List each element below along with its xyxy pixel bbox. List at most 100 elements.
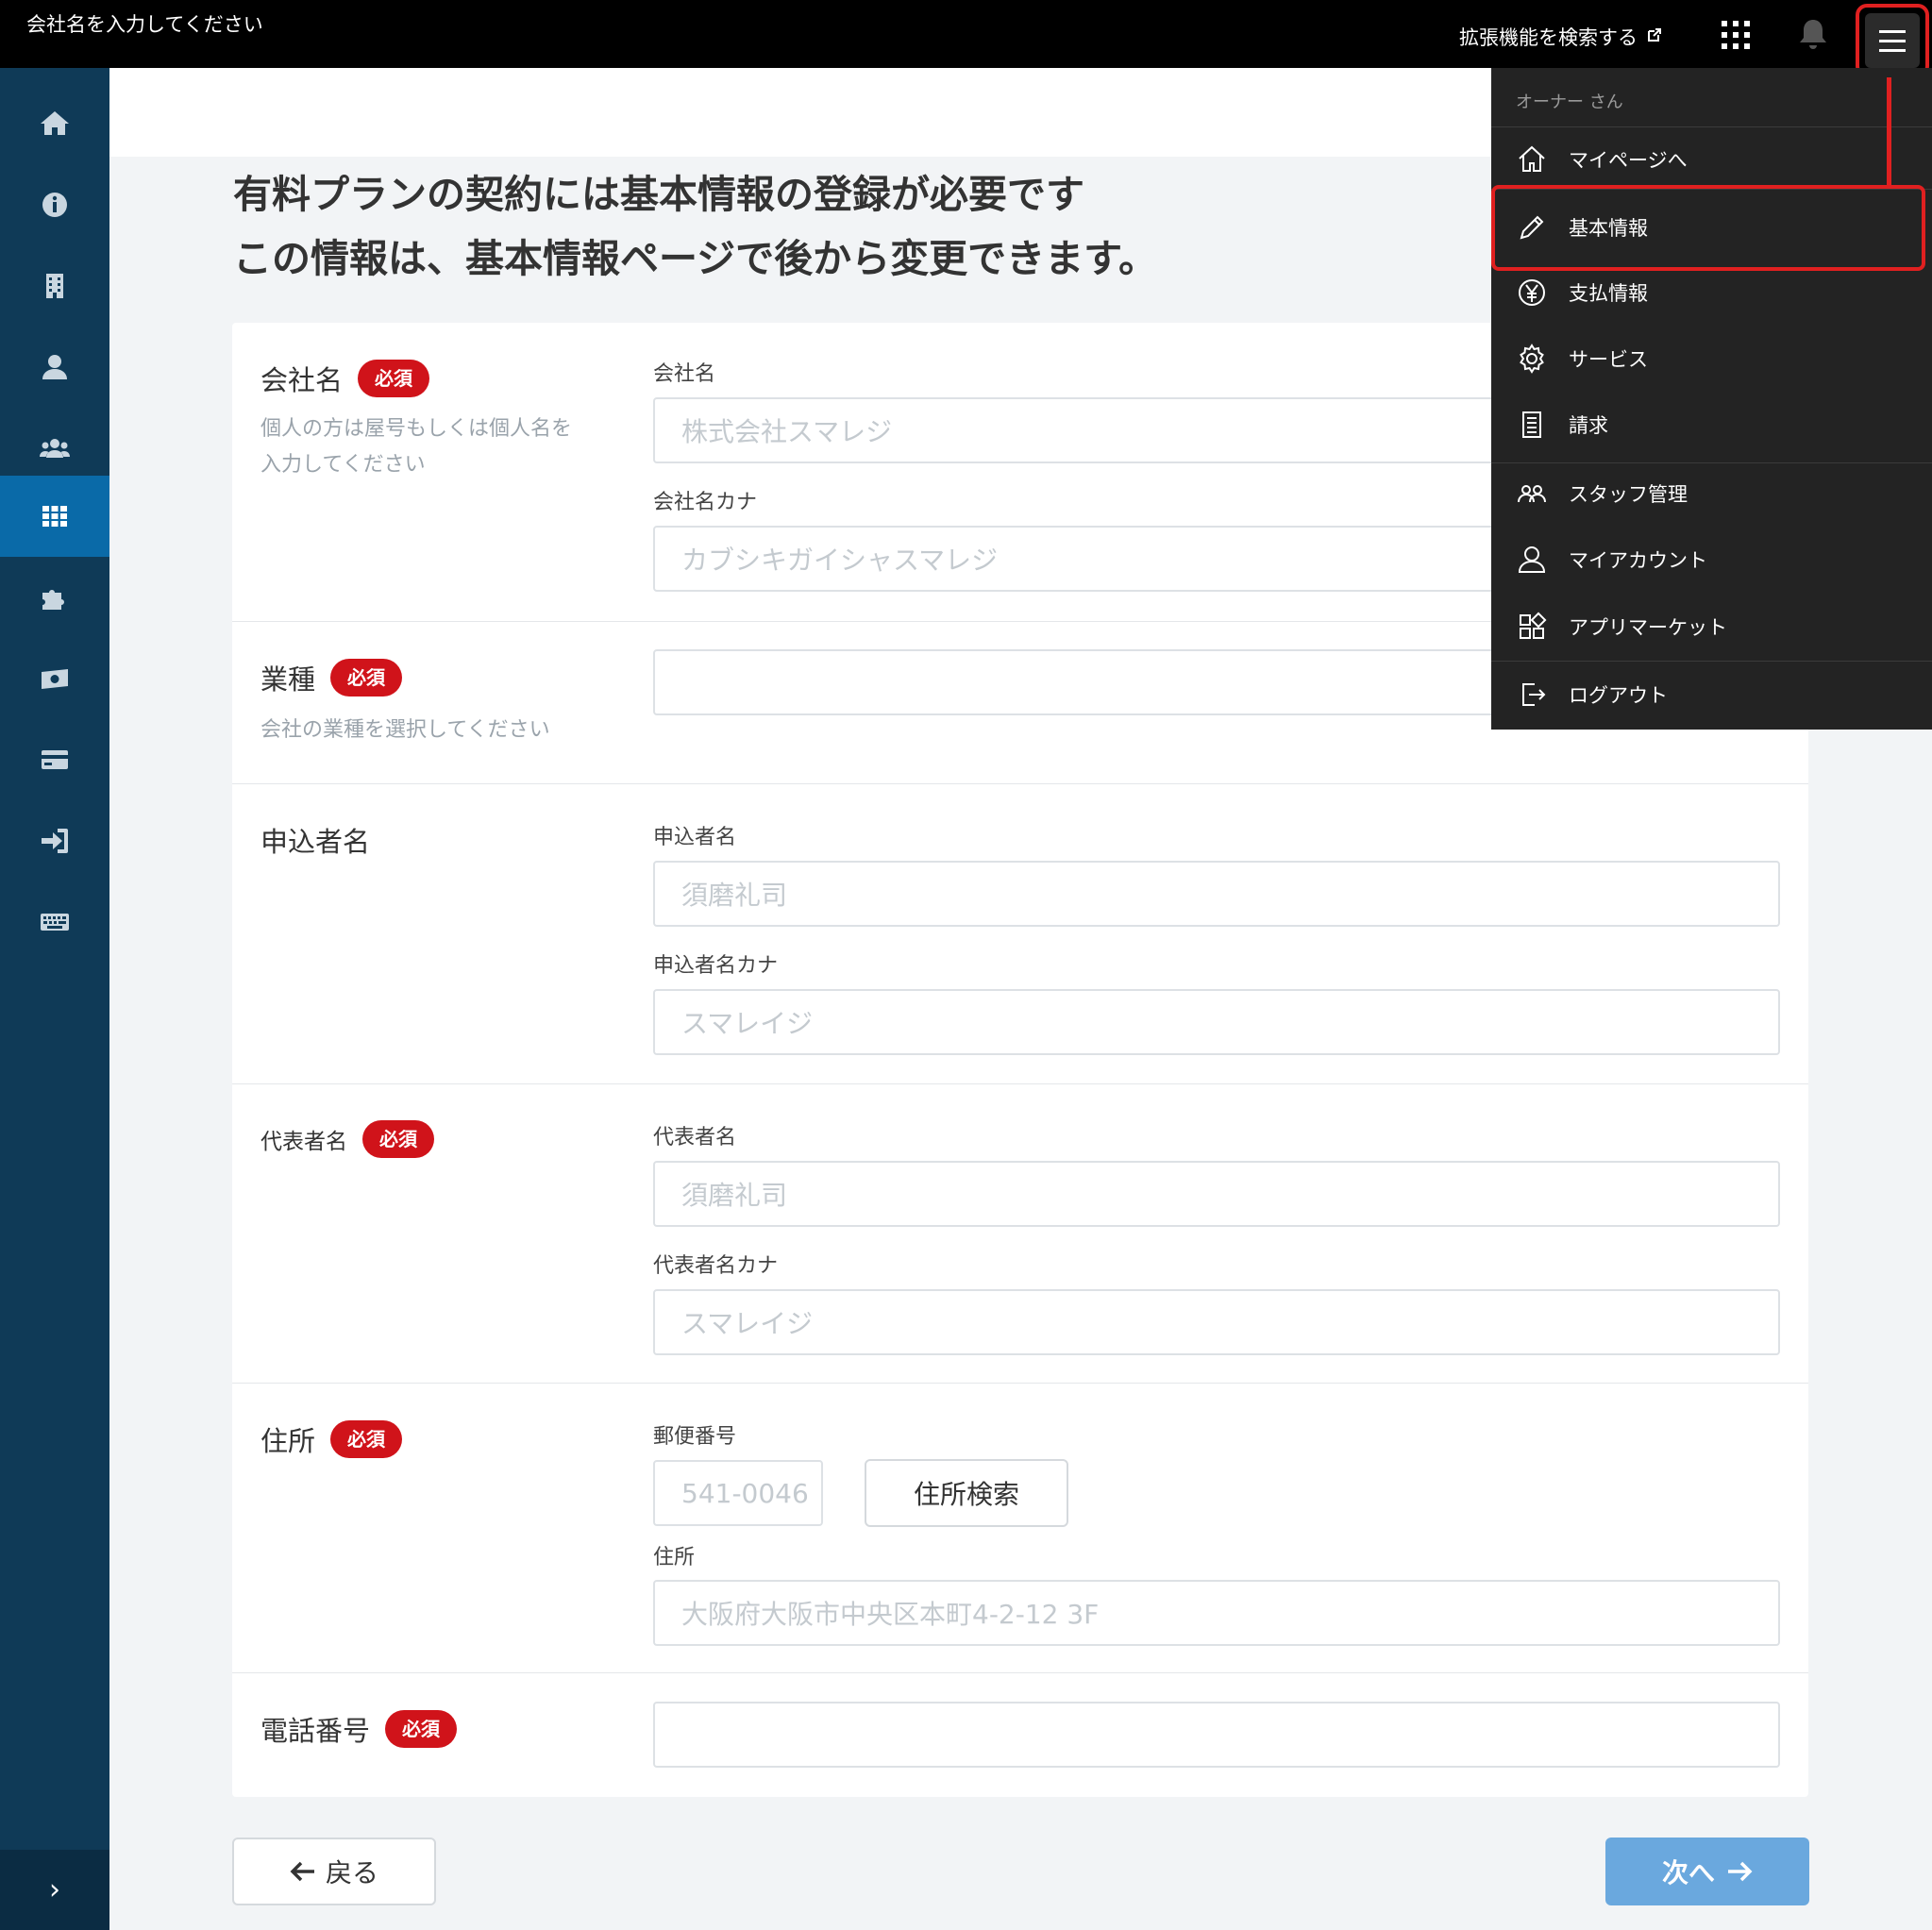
industry-label-text: 業種 (260, 663, 316, 696)
sidebar-item-payments[interactable] (0, 638, 109, 719)
applicant-name-label: 申込者名 (653, 826, 737, 849)
applicant-section: 申込者名 申込者名 須磨礼司 申込者名カナ スマレイジ (232, 784, 1808, 1084)
menu-item-label: 支払情報 (1569, 282, 1648, 305)
menu-item-staff[interactable]: スタッフ管理 (1491, 464, 1932, 523)
next-button-label: 次へ (1661, 1857, 1715, 1888)
sidebar-item-signin[interactable] (0, 800, 109, 881)
building-icon (46, 274, 63, 298)
info-icon (42, 193, 67, 217)
industry-hint: 会社の業種を選択してください (260, 718, 550, 742)
menu-item-app-market[interactable]: アプリマーケット (1491, 597, 1932, 656)
home-outline-icon (1519, 145, 1545, 172)
menu-item-my-account[interactable]: マイアカウント (1491, 530, 1932, 589)
company-name-placeholder[interactable]: 会社名を入力してください (26, 9, 263, 38)
applicant-name-input[interactable]: 須磨礼司 (653, 861, 1780, 927)
top-bar: 会社名を入力してください 拡張機能を検索する (0, 0, 1932, 77)
annotation-connector (1887, 77, 1891, 187)
required-badge: 必須 (362, 1120, 434, 1158)
representative-kana-input[interactable]: スマレイジ (653, 1289, 1780, 1355)
phone-label-text: 電話番号 (260, 1715, 371, 1747)
menu-item-payment-info[interactable]: 支払情報 (1491, 263, 1932, 322)
users-icon (40, 439, 70, 458)
phone-section-label: 電話番号 必須 (260, 1709, 458, 1749)
staff-icon (1518, 485, 1546, 503)
company-hint-line2: 入力してください (260, 453, 426, 477)
hamburger-menu-button[interactable] (1856, 4, 1929, 77)
credit-card-icon (42, 750, 68, 769)
representative-name-input[interactable]: 須磨礼司 (653, 1161, 1780, 1227)
apps-grid-icon[interactable] (1720, 19, 1750, 49)
next-button[interactable]: 次へ (1605, 1838, 1809, 1905)
company-kana-label: 会社名カナ (653, 491, 758, 514)
sidebar-item-apps[interactable] (0, 476, 109, 557)
sidebar-item-home[interactable] (0, 83, 109, 164)
page-title-line1: 有料プランの契約には基本情報の登録が必要です (233, 172, 1084, 217)
industry-section-label: 業種 必須 (260, 658, 403, 697)
company-name-label: 会社名 (653, 362, 716, 386)
sidebar-collapse-button[interactable]: › (0, 1850, 109, 1930)
annotation-highlight (1491, 185, 1925, 271)
sidebar-item-info[interactable] (0, 164, 109, 245)
account-dropdown-menu: オーナー さん マイページへ 基本情報 支払情報 サービス 請求 スタッフ管理 … (1491, 68, 1932, 730)
hamburger-menu-icon (1865, 13, 1920, 68)
required-badge: 必須 (358, 360, 430, 397)
company-label-text: 会社名 (260, 364, 344, 396)
menu-item-label: 請求 (1569, 414, 1608, 437)
applicant-kana-label: 申込者名カナ (653, 954, 779, 978)
address-search-button[interactable]: 住所検索 (865, 1459, 1068, 1527)
address-label-text: 住所 (260, 1425, 316, 1457)
sidebar-item-extensions[interactable] (0, 557, 109, 638)
required-badge: 必須 (330, 1420, 403, 1458)
menu-item-billing[interactable]: 請求 (1491, 395, 1932, 454)
address-input[interactable]: 大阪府大阪市中央区本町4-2-12 3F (653, 1580, 1780, 1646)
home-icon (41, 111, 69, 135)
divider (1491, 462, 1932, 463)
applicant-label-text: 申込者名 (260, 826, 371, 858)
sidebar: › (0, 68, 109, 1930)
address-section: 住所 必須 郵便番号 541-0046 住所検索 住所 大阪府大阪市中央区本町4… (232, 1384, 1808, 1673)
keyboard-icon (41, 914, 69, 931)
address-field-label: 住所 (653, 1546, 696, 1569)
representative-name-label: 代表者名 (653, 1126, 737, 1150)
dropdown-user-name: オーナー さん (1516, 92, 1623, 112)
sidebar-item-keyboard[interactable] (0, 881, 109, 963)
phone-section: 電話番号 必須 (232, 1673, 1808, 1797)
external-link-icon (1647, 27, 1662, 46)
bell-icon[interactable] (1797, 17, 1829, 51)
zip-input[interactable]: 541-0046 (653, 1460, 823, 1526)
company-hint: 個人の方は屋号もしくは個人名を 入力してください (260, 411, 572, 483)
sidebar-item-card[interactable] (0, 719, 109, 800)
company-hint-line1: 個人の方は屋号もしくは個人名を (260, 417, 573, 441)
person-icon (1518, 546, 1546, 573)
sign-in-icon (42, 829, 68, 853)
back-button[interactable]: 戻る (232, 1838, 436, 1905)
menu-item-label: スタッフ管理 (1569, 483, 1688, 506)
app-market-icon (1520, 612, 1547, 639)
representative-kana-label: 代表者名カナ (653, 1254, 779, 1278)
chevron-right-icon: › (49, 1873, 60, 1906)
menu-item-mypage[interactable]: マイページへ (1491, 130, 1932, 189)
extension-search-link[interactable]: 拡張機能を検索する (1459, 23, 1662, 51)
sidebar-item-building[interactable] (0, 245, 109, 327)
sidebar-item-user[interactable] (0, 327, 109, 408)
applicant-kana-input[interactable]: スマレイジ (653, 989, 1780, 1055)
back-button-label: 戻る (325, 1857, 378, 1888)
puzzle-icon (42, 590, 64, 610)
menu-item-label: ログアウト (1569, 684, 1668, 707)
menu-item-service[interactable]: サービス (1491, 329, 1932, 388)
page-title-line2: この情報は、基本情報ページで後から変更できます。 (233, 236, 1158, 281)
required-badge: 必須 (385, 1710, 458, 1748)
applicant-section-label: 申込者名 (260, 820, 370, 860)
divider (1491, 661, 1932, 662)
menu-item-logout[interactable]: ログアウト (1491, 665, 1932, 724)
menu-item-label: アプリマーケット (1569, 616, 1727, 639)
logout-icon (1522, 683, 1546, 706)
divider (1491, 126, 1932, 127)
gear-icon (1520, 344, 1544, 374)
phone-input[interactable] (653, 1702, 1780, 1768)
company-section-label: 会社名 必須 (260, 359, 430, 398)
representative-label-text: 代表者名 (260, 1130, 347, 1154)
yen-icon (1519, 279, 1545, 306)
arrow-right-icon (1728, 1861, 1753, 1882)
arrow-left-icon (290, 1861, 314, 1882)
